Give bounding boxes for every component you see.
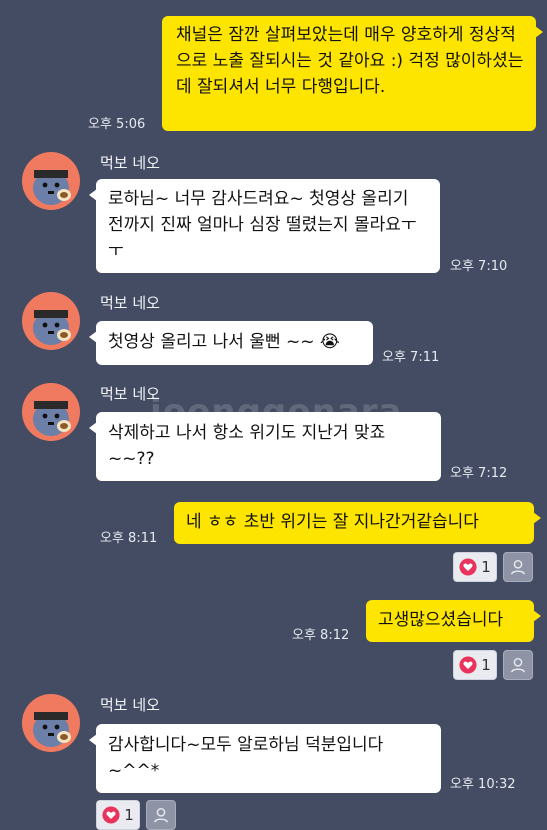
message-time: 오후 5:06 (88, 117, 146, 132)
chat-room: joonggonara 오후 5:06 채널은 잠깐 살펴보았는데 매우 양호하… (0, 0, 547, 830)
avatar[interactable] (22, 152, 80, 210)
character-icon (33, 310, 71, 345)
crying-emoji: 😭 (319, 332, 340, 352)
avatar[interactable] (22, 292, 80, 350)
message-text: 채널은 잠깐 살펴보았는데 매우 양호하게 정상적으로 노출 잘되시는 것 같아… (176, 25, 524, 97)
message-time: 오후 7:10 (450, 259, 508, 274)
message-text: 고생많으셨습니다 (378, 610, 504, 630)
heart-reaction[interactable]: 1 (453, 552, 497, 582)
message-time: 오후 7:11 (382, 350, 440, 365)
message-text: 첫영상 올리고 나서 울뻔 ~~ (108, 332, 315, 352)
message-text: 삭제하고 나서 항소 위기도 지난거 맞죠 ~~?? (108, 423, 386, 469)
message-bubble-theirs[interactable]: 첫영상 올리고 나서 울뻔 ~~ 😭 (89, 321, 373, 365)
message-bubble-theirs[interactable]: 로하님~ 너무 감사드려요~ 첫영상 올리기 전까지 진짜 얼마나 심장 떨렸는… (89, 179, 440, 273)
sender-name: 먹보 네오 (100, 154, 160, 172)
message-time: 오후 8:12 (292, 628, 350, 643)
message-bubble-mine[interactable]: 고생많으셨습니다 (366, 600, 541, 642)
message-text: 감사합니다~모두 알로하님 덕분입니다 ~^^* (108, 735, 384, 781)
message-time: 오후 8:11 (100, 531, 158, 546)
reaction-users-button[interactable] (503, 650, 533, 680)
character-icon (33, 401, 71, 436)
sender-name: 먹보 네오 (100, 294, 160, 312)
message-time: 오후 10:32 (450, 777, 516, 792)
message-bubble-theirs[interactable]: 감사합니다~모두 알로하님 덕분입니다 ~^^* (89, 724, 441, 793)
heart-icon (459, 558, 477, 576)
message-time: 오후 7:12 (450, 466, 508, 481)
reaction-count: 1 (124, 806, 134, 824)
character-icon (33, 170, 71, 205)
reaction-count: 1 (481, 558, 491, 576)
message-bubble-mine[interactable]: 채널은 잠깐 살펴보았는데 매우 양호하게 정상적으로 노출 잘되시는 것 같아… (162, 16, 543, 131)
heart-reaction[interactable]: 1 (96, 800, 140, 830)
heart-icon (102, 806, 120, 824)
reaction-count: 1 (481, 656, 491, 674)
message-bubble-theirs[interactable]: 삭제하고 나서 항소 위기도 지난거 맞죠 ~~?? (89, 412, 441, 481)
sender-name: 먹보 네오 (100, 385, 160, 403)
character-icon (33, 712, 71, 747)
heart-reaction[interactable]: 1 (453, 650, 497, 680)
person-icon (510, 559, 526, 575)
message-text: 로하님~ 너무 감사드려요~ 첫영상 올리기 전까지 진짜 얼마나 심장 떨렸는… (108, 189, 417, 261)
sender-name: 먹보 네오 (100, 696, 160, 714)
person-icon (510, 657, 526, 673)
heart-icon (459, 656, 477, 674)
person-icon (153, 807, 169, 823)
avatar[interactable] (22, 383, 80, 441)
message-text: 네 ㅎㅎ 초반 위기는 잘 지나간거같습니다 (186, 512, 479, 532)
message-bubble-mine[interactable]: 네 ㅎㅎ 초반 위기는 잘 지나간거같습니다 (174, 502, 541, 544)
avatar[interactable] (22, 694, 80, 752)
reaction-users-button[interactable] (146, 800, 176, 830)
reaction-users-button[interactable] (503, 552, 533, 582)
